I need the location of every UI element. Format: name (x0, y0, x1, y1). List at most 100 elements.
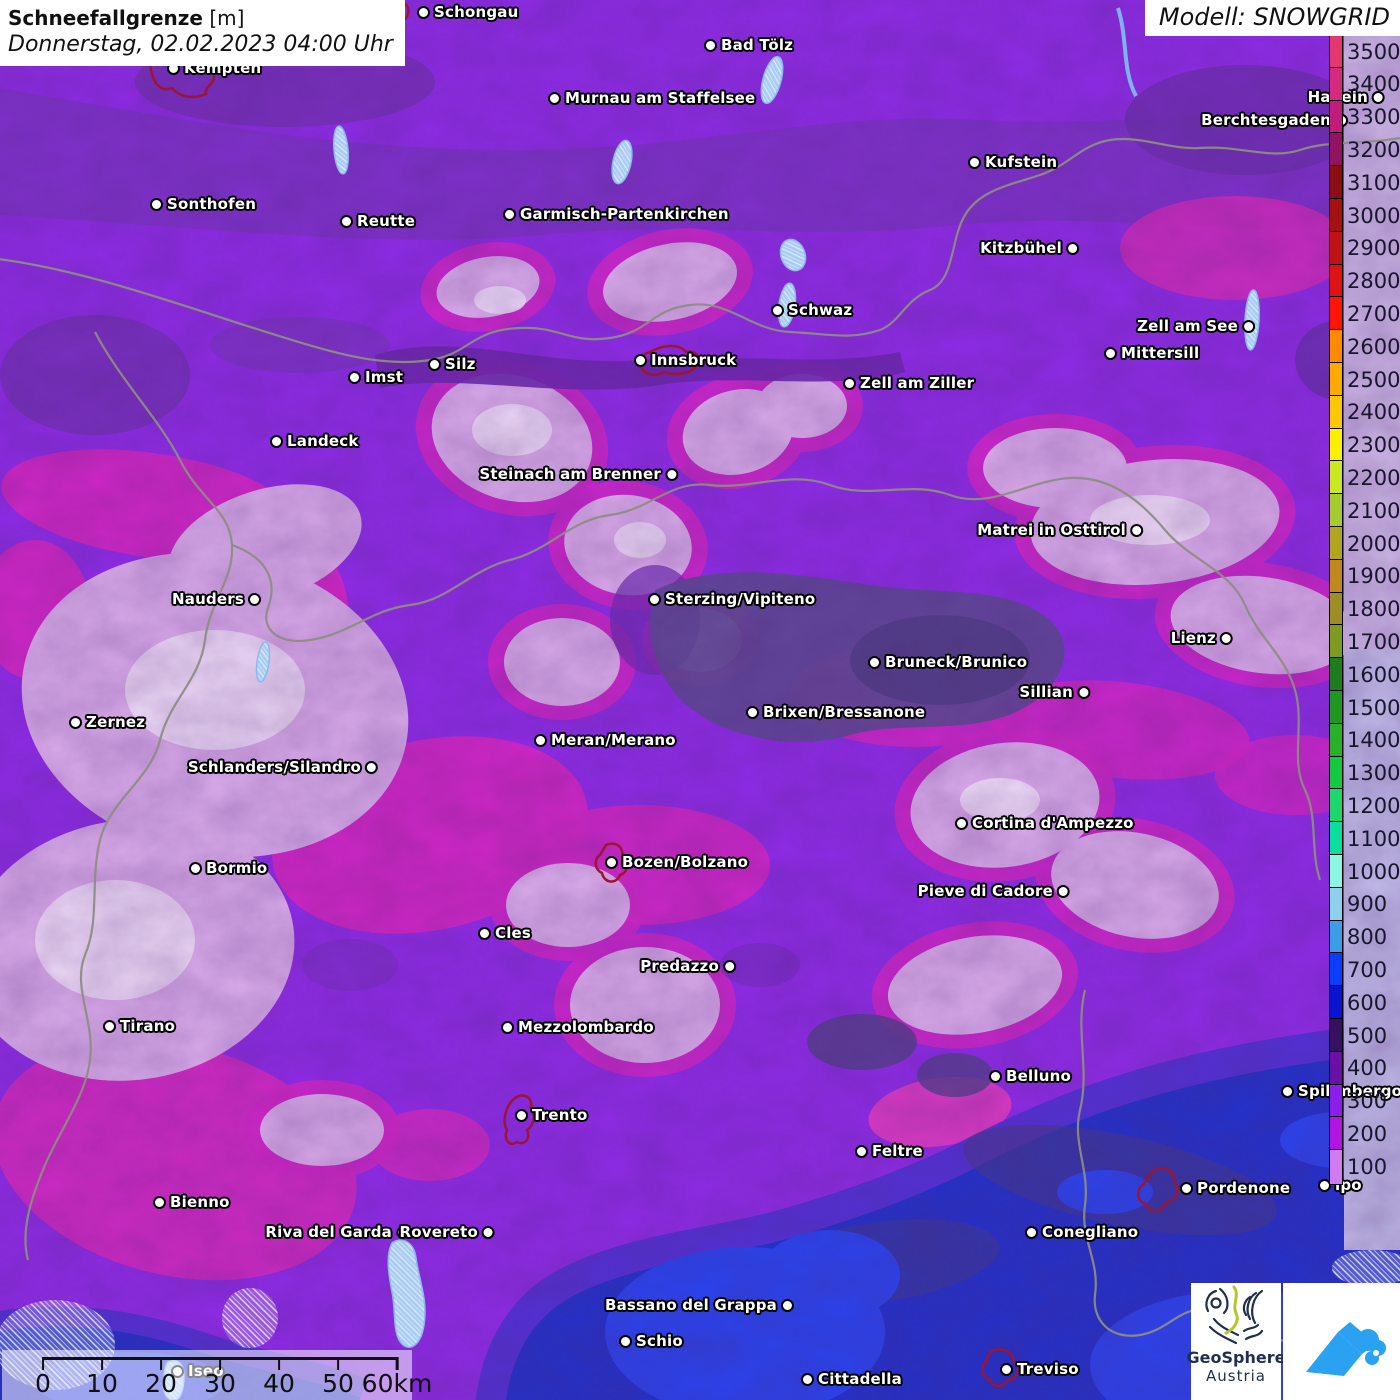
town-dot-icon (1281, 1085, 1294, 1098)
town-marker: Feltre (855, 1142, 923, 1160)
geosphere-logo: GeoSphere Austria (1191, 1283, 1281, 1400)
town-dot-icon (619, 1335, 632, 1348)
town-label: Zell am Ziller (860, 374, 974, 392)
legend-row: 3300 (1329, 101, 1400, 135)
legend-row: 2700 (1329, 297, 1400, 331)
legend-value: 3300 (1347, 107, 1400, 128)
town-dot-icon (1000, 1363, 1013, 1376)
town-label: Trento (532, 1106, 588, 1124)
town-dot-icon (955, 817, 968, 830)
town-dot-icon (1220, 632, 1233, 645)
legend-row: 1300 (1329, 757, 1400, 791)
town-dot-icon (248, 593, 261, 606)
legend-row: 900 (1329, 888, 1400, 922)
legend-value: 2000 (1347, 534, 1400, 555)
legend-value: 700 (1347, 960, 1387, 981)
legend-value: 3100 (1347, 173, 1400, 194)
legend-color-swatch (1329, 460, 1343, 496)
legend-row: 1700 (1329, 625, 1400, 659)
town-label: Rovereto (400, 1223, 478, 1241)
town-marker: Steinach am Brenner (479, 465, 678, 483)
legend-value: 1300 (1347, 763, 1400, 784)
legend-color-swatch (1329, 329, 1343, 365)
town-marker: Bruneck/Brunico (868, 653, 1027, 671)
legend-row: 600 (1329, 986, 1400, 1020)
town-label: Feltre (872, 1142, 923, 1160)
town-marker: Imst (348, 368, 403, 386)
legend-row: 300 (1329, 1085, 1400, 1119)
legend-value: 3000 (1347, 206, 1400, 227)
town-label: Matrei in Osttirol (977, 521, 1126, 539)
town-marker: Bad Tölz (704, 36, 793, 54)
town-label: Schwaz (788, 301, 852, 319)
town-dot-icon (1066, 242, 1079, 255)
legend-row: 3000 (1329, 199, 1400, 233)
legend-value: 2800 (1347, 271, 1400, 292)
town-marker: Cortina d'Ampezzo (955, 814, 1134, 832)
town-marker: Mittersill (1104, 344, 1199, 362)
legend-value: 1500 (1347, 698, 1400, 719)
town-label: Bienno (170, 1193, 230, 1211)
town-dot-icon (1077, 686, 1090, 699)
town-dot-icon (150, 198, 163, 211)
legend-row: 800 (1329, 921, 1400, 955)
legend-value: 3400 (1347, 74, 1400, 95)
legend-value: 400 (1347, 1058, 1387, 1079)
town-dot-icon (665, 468, 678, 481)
legend-color-swatch (1329, 493, 1343, 529)
town-label: Predazzo (640, 957, 719, 975)
legend-value: 1600 (1347, 665, 1400, 686)
town-dot-icon (843, 377, 856, 390)
legend-color-swatch (1329, 920, 1343, 956)
town-marker: Bienno (153, 1193, 230, 1211)
town-dot-icon (968, 156, 981, 169)
legend-color-swatch (1329, 887, 1343, 923)
legend-row: 1200 (1329, 789, 1400, 823)
town-dot-icon (501, 1021, 514, 1034)
legend-row: 500 (1329, 1019, 1400, 1053)
legend-value: 1900 (1347, 566, 1400, 587)
town-dot-icon (503, 208, 516, 221)
town-dot-icon (428, 358, 441, 371)
legend-color-swatch (1329, 231, 1343, 267)
town-label: Bassano del Grappa (605, 1296, 777, 1314)
legend-row: 100 (1329, 1150, 1400, 1184)
scale-tick-label: 20 (145, 1370, 177, 1398)
scale-tick-label: 0 (35, 1370, 51, 1398)
town-label: Cles (495, 924, 531, 942)
town-marker: Rovereto (400, 1223, 495, 1241)
towns-layer: Schongau Bad Tölz Kempten Murnau am Staf… (0, 0, 1400, 1400)
town-label: Bozen/Bolzano (622, 853, 748, 871)
town-dot-icon (69, 716, 82, 729)
town-marker: Reutte (340, 212, 415, 230)
map-title-unit: [m] (209, 6, 244, 30)
town-label: Berchtesgaden (1201, 111, 1331, 129)
town-dot-icon (365, 761, 378, 774)
legend-color-swatch (1329, 132, 1343, 168)
town-label: Kitzbühel (980, 239, 1062, 257)
legend-value: 2300 (1347, 435, 1400, 456)
town-label: Bormio (206, 859, 267, 877)
town-label: Brixen/Bressanone (763, 703, 925, 721)
legend-row: 200 (1329, 1117, 1400, 1151)
town-label: Kufstein (985, 153, 1057, 171)
town-label: Treviso (1017, 1360, 1079, 1378)
town-marker: Belluno (989, 1067, 1071, 1085)
legend-color-swatch (1329, 67, 1343, 103)
legend-value: 2900 (1347, 238, 1400, 259)
legend-color-swatch (1329, 100, 1343, 136)
town-marker: Predazzo (640, 957, 736, 975)
legend-value: 500 (1347, 1026, 1387, 1047)
legend-color-swatch (1329, 592, 1343, 628)
scale-tick-label: 40 (263, 1370, 295, 1398)
legend-value: 2700 (1347, 304, 1400, 325)
legend-color-swatch (1329, 690, 1343, 726)
town-dot-icon (1130, 524, 1143, 537)
town-dot-icon (153, 1196, 166, 1209)
legend-row: 3200 (1329, 133, 1400, 167)
town-marker: Schlanders/Silandro (188, 758, 378, 776)
scale-tick: 60km (362, 1357, 433, 1398)
town-marker: Bassano del Grappa (605, 1296, 794, 1314)
legend-color-swatch (1329, 657, 1343, 693)
legend-color-swatch (1329, 821, 1343, 857)
